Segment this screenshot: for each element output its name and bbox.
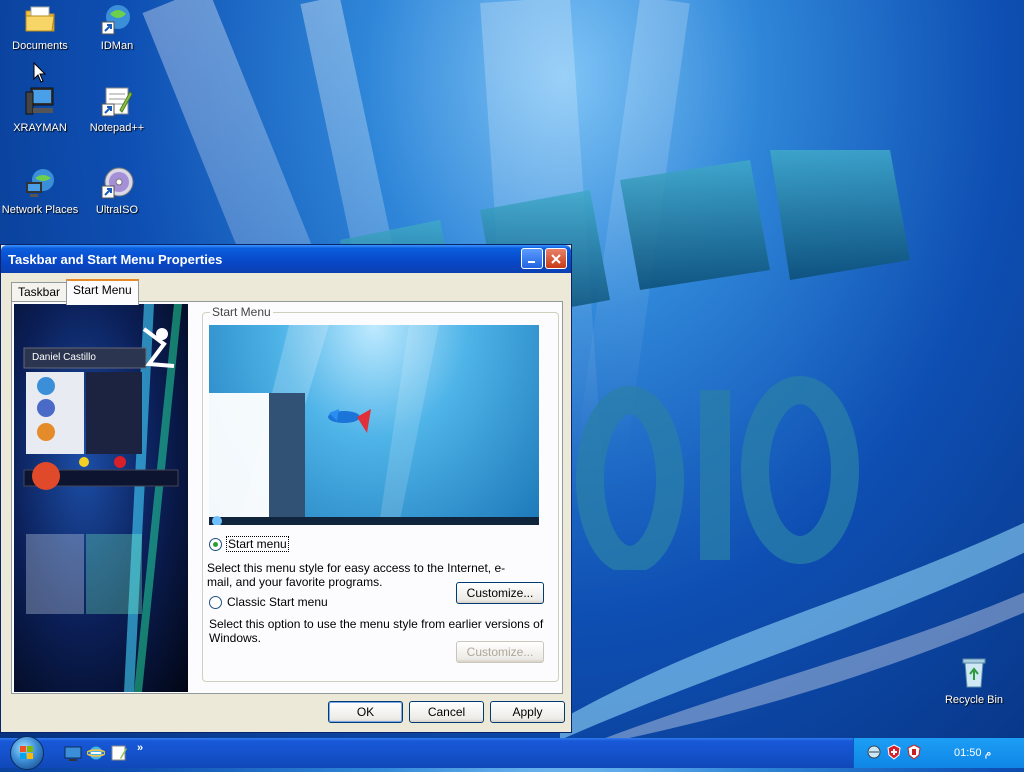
apply-button[interactable]: Apply [490,701,565,723]
desktop-icon-network-places[interactable]: Network Places [0,166,80,216]
desktop-icon-label: Recycle Bin [944,694,1004,706]
start-menu-tab-pane: Daniel Castillo Start Menu Start menu Se… [11,301,563,694]
desktop-icon-label: XRAYMAN [13,122,67,134]
close-icon [551,253,561,264]
start-menu-groupbox: Start Menu Start menu Select this menu s… [202,305,559,682]
dialog-title: Taskbar and Start Menu Properties [8,251,223,267]
cancel-button[interactable]: Cancel [409,701,484,723]
minimize-icon [528,260,535,263]
customize-classic-button[interactable]: Customize... [456,641,544,663]
desktop-icon-notepadpp[interactable]: Notepad++ [77,84,157,134]
mouse-cursor-icon [33,62,47,83]
tray-clock[interactable]: 01:50 م [954,746,991,759]
radio-start-menu[interactable]: Start menu [209,536,289,552]
desktop-icon-idman[interactable]: IDMan [77,2,157,52]
desktop-icon-documents[interactable]: Documents [0,2,80,52]
taskbar: » EN 01:50 م [0,736,1024,770]
security-tray-icon[interactable] [886,744,902,760]
minimize-button[interactable] [521,248,543,269]
system-tray: 01:50 م [853,738,1024,768]
radio-start-menu-label: Start menu [226,536,289,552]
desktop-icon-label: Network Places [1,204,79,216]
radio-start-menu-button[interactable] [209,537,222,551]
recycle-bin-icon [957,656,991,690]
shield-tray-icon[interactable] [906,744,922,760]
computer-icon [23,84,57,118]
desktop-icon-label: UltraISO [95,204,139,216]
idman-icon [100,2,134,36]
ultraiso-icon [100,166,134,200]
folder-documents-icon [23,2,57,36]
start-button[interactable] [10,736,44,770]
taskbar-properties-dialog: Taskbar and Start Menu Properties Taskba… [0,244,572,733]
customize-start-menu-button[interactable]: Customize... [456,582,544,604]
network-icon [23,166,57,200]
radio-classic-label: Classic Start menu [227,595,328,609]
close-button[interactable] [545,248,567,269]
quicklaunch-expand-icon[interactable]: » [137,742,143,754]
show-desktop-icon[interactable] [64,744,82,762]
start-menu-preview-image [209,325,539,525]
desktop-icon-label: Documents [12,40,68,52]
desktop-icon-ultraiso[interactable]: UltraISO [77,166,157,216]
desktop-icon-label: Notepad++ [89,122,145,134]
desktop-icon-label: IDMan [100,40,134,52]
notepad-quicklaunch-icon[interactable] [110,744,128,762]
side-image-user-name: Daniel Castillo [32,352,96,363]
ok-button[interactable]: OK [328,701,403,723]
radio-classic-start-menu[interactable]: Classic Start menu [209,595,328,609]
tab-start-menu[interactable]: Start Menu [66,279,139,305]
internet-explorer-icon[interactable] [87,744,105,762]
start-menu-side-image: Daniel Castillo [14,304,188,692]
desktop-icon-xrayman[interactable]: XRAYMAN [0,84,80,134]
dialog-titlebar[interactable]: Taskbar and Start Menu Properties [1,245,571,273]
groupbox-title: Start Menu [210,305,273,319]
radio-classic-button[interactable] [209,595,222,609]
desktop-icon-recycle-bin[interactable]: Recycle Bin [934,656,1014,706]
windows-logo-icon [20,746,33,759]
notepad-icon [100,84,134,118]
network-tray-icon[interactable] [866,744,882,760]
